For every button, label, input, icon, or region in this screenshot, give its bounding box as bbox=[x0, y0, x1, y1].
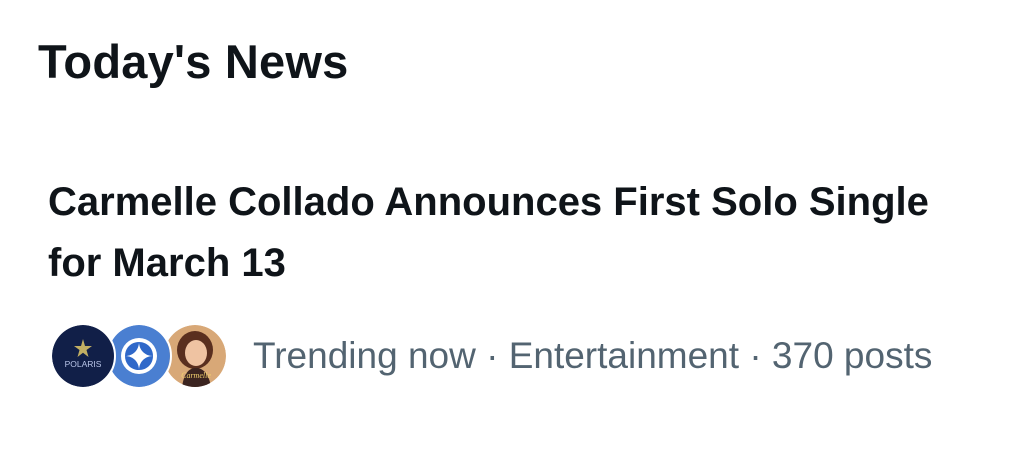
news-meta-row: POLARIS Carmelle Trending now · Entertai… bbox=[50, 322, 932, 390]
news-item[interactable]: Carmelle Collado Announces First Solo Si… bbox=[0, 160, 1020, 410]
polaris-logo-avatar: POLARIS bbox=[50, 323, 116, 389]
avatar-stack: POLARIS Carmelle bbox=[50, 322, 228, 390]
section-title: Today's News bbox=[38, 35, 349, 88]
news-headline[interactable]: Carmelle Collado Announces First Solo Si… bbox=[48, 172, 948, 294]
trend-meta-text: Trending now · Entertainment · 370 posts bbox=[253, 335, 933, 376]
avatar-polaris-label: POLARIS bbox=[65, 359, 102, 369]
avatar-carmelle-label: Carmelle bbox=[181, 371, 211, 380]
